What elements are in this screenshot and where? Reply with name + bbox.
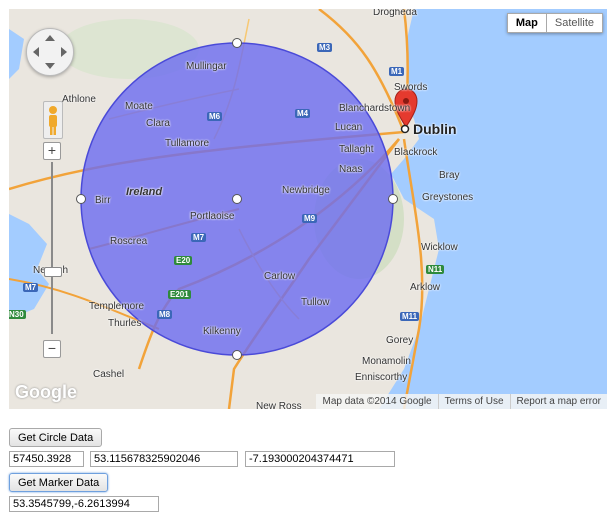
label-arklow: Arklow xyxy=(410,282,441,293)
road-shield-m3: M3 xyxy=(317,43,333,52)
label-athlone: Athlone xyxy=(62,94,96,105)
latitude-field[interactable] xyxy=(90,451,238,467)
report-map-error-link[interactable]: Report a map error xyxy=(509,394,607,409)
label-gorey: Gorey xyxy=(386,335,414,346)
map-type-map-button[interactable]: Map xyxy=(506,13,546,33)
label-dublin: Dublin xyxy=(413,121,457,137)
marker-position-field[interactable] xyxy=(9,496,159,512)
zoom-slider-track[interactable] xyxy=(51,162,53,334)
circle-handle-east[interactable] xyxy=(388,194,398,204)
pegman-icon[interactable] xyxy=(43,101,63,139)
road-shield-m8: M8 xyxy=(157,310,173,319)
circle-handle-west[interactable] xyxy=(76,194,86,204)
label-portlaoise: Portlaoise xyxy=(190,211,235,222)
road-shield-m6: M6 xyxy=(207,112,223,121)
longitude-field[interactable] xyxy=(245,451,395,467)
label-newbridge: Newbridge xyxy=(282,185,330,196)
road-shield-n11: N11 xyxy=(426,265,445,274)
get-circle-data-button[interactable]: Get Circle Data xyxy=(9,428,103,447)
map-type-satellite-button[interactable]: Satellite xyxy=(545,13,603,33)
label-lucan: Lucan xyxy=(335,122,363,133)
road-shield-e201: E201 xyxy=(168,290,191,299)
label-mullingar: Mullingar xyxy=(186,61,227,72)
label-thurles: Thurles xyxy=(108,318,142,329)
label-birr: Birr xyxy=(95,195,111,206)
label-blanchardstown: Blanchardstown xyxy=(339,103,411,114)
road-shield-m9: M9 xyxy=(302,214,318,223)
road-shield-m1: M1 xyxy=(389,67,405,76)
label-greystones: Greystones xyxy=(422,192,474,203)
label-enniscorthy: Enniscorthy xyxy=(355,372,408,383)
pan-control-icon[interactable] xyxy=(26,28,74,76)
get-marker-data-button[interactable]: Get Marker Data xyxy=(9,473,109,492)
label-drogheda: Drogheda xyxy=(373,9,417,18)
road-shield-m11: M11 xyxy=(400,312,420,321)
pegman-figure-icon xyxy=(49,106,57,135)
circle-handle-north[interactable] xyxy=(232,38,242,48)
label-cashel: Cashel xyxy=(93,369,125,380)
zoom-slider-thumb[interactable] xyxy=(44,267,62,277)
label-tullow: Tullow xyxy=(301,297,330,308)
label-ireland: Ireland xyxy=(126,186,163,198)
label-templemore: Templemore xyxy=(89,301,145,312)
circle-handle-south[interactable] xyxy=(232,350,242,360)
radius-field[interactable] xyxy=(9,451,84,467)
label-tullamore: Tullamore xyxy=(165,138,210,149)
map-type-control: Map Satellite xyxy=(506,13,603,33)
map-attribution: Map data ©2014 Google xyxy=(322,396,432,407)
circle-overlay[interactable] xyxy=(9,9,607,409)
label-carlow: Carlow xyxy=(264,271,296,282)
label-blackrock: Blackrock xyxy=(394,147,438,158)
road-shield-m7: M7 xyxy=(191,233,207,242)
label-kilkenny: Kilkenny xyxy=(203,326,241,337)
label-wicklow: Wicklow xyxy=(421,242,458,253)
label-tallaght: Tallaght xyxy=(339,144,374,155)
road-shield-n30: N30 xyxy=(9,310,26,319)
road-shield-e20: E20 xyxy=(174,256,193,265)
zoom-out-icon[interactable]: − xyxy=(43,340,61,358)
map-canvas[interactable]: Drogheda Mullingar Athlone Moate Clara T… xyxy=(9,9,607,409)
road-shield-m7-west: M7 xyxy=(23,283,39,292)
label-moate: Moate xyxy=(125,101,153,112)
label-clara: Clara xyxy=(146,118,170,129)
label-roscrea: Roscrea xyxy=(110,236,148,247)
dublin-dot-icon xyxy=(400,124,410,134)
pan-arrows-icon xyxy=(33,35,67,69)
label-new-ross: New Ross xyxy=(256,401,302,409)
label-monamolin: Monamolin xyxy=(362,356,411,367)
zoom-in-icon[interactable]: + xyxy=(43,142,61,160)
label-swords: Swords xyxy=(394,82,428,93)
circle-handle-center[interactable] xyxy=(232,194,242,204)
label-bray: Bray xyxy=(439,170,460,181)
road-shield-m4: M4 xyxy=(295,109,311,118)
terms-of-use-link[interactable]: Terms of Use xyxy=(437,394,510,409)
map-footer: Map data ©2014 Google Terms of Use Repor… xyxy=(316,394,607,409)
google-logo: Google xyxy=(15,382,77,402)
label-naas: Naas xyxy=(339,164,363,175)
zoom-control: + − xyxy=(43,142,62,358)
